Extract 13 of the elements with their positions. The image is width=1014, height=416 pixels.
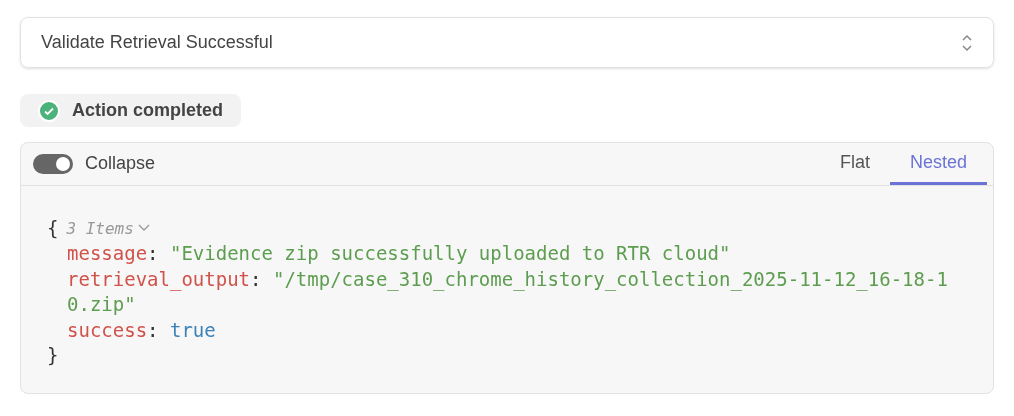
view-tab[interactable]: Nested [889,142,987,185]
select-field[interactable]: Validate Retrieval Successful [20,17,994,68]
status-label: Action completed [72,99,223,122]
close-brace: } [47,344,59,366]
toggle-label: Collapse [85,152,156,175]
json-entry: success: true [67,318,216,341]
json-entry: message: "Evidence zip successfully uploaded to RTR cloud" [67,242,731,264]
json-entry: retrieval_output: "/tmp/case_310_chrome_history_collection_2025-11-12_16-18-10.zip" [67,267,948,315]
open-brace: { [47,215,59,241]
select-value: Validate Retrieval Successful [41,31,273,54]
view-tab[interactable]: Flat [819,142,890,185]
chevron-updown-icon [961,33,973,52]
collapse-toggle[interactable] [33,153,73,174]
